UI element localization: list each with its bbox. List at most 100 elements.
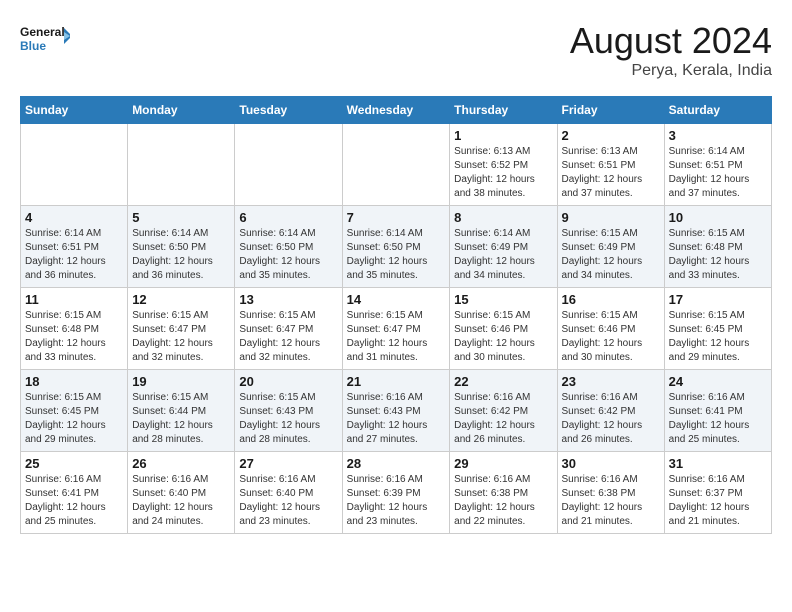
day-info: Sunrise: 6:15 AM Sunset: 6:45 PM Dayligh… (669, 309, 767, 365)
calendar-cell: 5 Sunrise: 6:14 AM Sunset: 6:50 PM Daylig… (128, 206, 235, 288)
day-number: 8 (454, 210, 552, 225)
calendar-table: SundayMondayTuesdayWednesdayThursdayFrid… (20, 96, 772, 534)
day-info: Sunrise: 6:16 AM Sunset: 6:43 PM Dayligh… (347, 391, 446, 447)
day-number: 22 (454, 374, 552, 389)
calendar-week-row: 4 Sunrise: 6:14 AM Sunset: 6:51 PM Daylig… (21, 206, 772, 288)
calendar-cell: 20 Sunrise: 6:15 AM Sunset: 6:43 PM Dayli… (235, 370, 342, 452)
day-info: Sunrise: 6:16 AM Sunset: 6:38 PM Dayligh… (562, 473, 660, 529)
calendar-cell: 30 Sunrise: 6:16 AM Sunset: 6:38 PM Dayli… (557, 452, 664, 534)
day-number: 25 (25, 456, 123, 471)
day-info: Sunrise: 6:14 AM Sunset: 6:49 PM Dayligh… (454, 227, 552, 283)
day-info: Sunrise: 6:16 AM Sunset: 6:37 PM Dayligh… (669, 473, 767, 529)
day-number: 19 (132, 374, 230, 389)
day-info: Sunrise: 6:14 AM Sunset: 6:50 PM Dayligh… (347, 227, 446, 283)
calendar-cell: 12 Sunrise: 6:15 AM Sunset: 6:47 PM Dayli… (128, 288, 235, 370)
calendar-cell (235, 124, 342, 206)
calendar-cell (21, 124, 128, 206)
day-info: Sunrise: 6:15 AM Sunset: 6:45 PM Dayligh… (25, 391, 123, 447)
day-number: 5 (132, 210, 230, 225)
day-info: Sunrise: 6:15 AM Sunset: 6:48 PM Dayligh… (669, 227, 767, 283)
calendar-cell (342, 124, 450, 206)
day-number: 17 (669, 292, 767, 307)
day-info: Sunrise: 6:15 AM Sunset: 6:46 PM Dayligh… (562, 309, 660, 365)
calendar-header-row: SundayMondayTuesdayWednesdayThursdayFrid… (21, 97, 772, 124)
calendar-week-row: 11 Sunrise: 6:15 AM Sunset: 6:48 PM Dayli… (21, 288, 772, 370)
day-info: Sunrise: 6:16 AM Sunset: 6:42 PM Dayligh… (562, 391, 660, 447)
day-number: 21 (347, 374, 446, 389)
calendar-day-header: Saturday (664, 97, 771, 124)
day-number: 28 (347, 456, 446, 471)
calendar-day-header: Monday (128, 97, 235, 124)
day-info: Sunrise: 6:16 AM Sunset: 6:38 PM Dayligh… (454, 473, 552, 529)
calendar-cell: 18Sunrise: 6:15 AM Sunset: 6:45 PM Dayli… (21, 370, 128, 452)
day-info: Sunrise: 6:13 AM Sunset: 6:51 PM Dayligh… (562, 145, 660, 201)
day-info: Sunrise: 6:15 AM Sunset: 6:46 PM Dayligh… (454, 309, 552, 365)
day-number: 12 (132, 292, 230, 307)
calendar-cell: 10 Sunrise: 6:15 AM Sunset: 6:48 PM Dayli… (664, 206, 771, 288)
day-number: 1 (454, 128, 552, 143)
calendar-day-header: Tuesday (235, 97, 342, 124)
day-number: 13 (239, 292, 337, 307)
page-header: General Blue August 2024 Perya, Kerala, … (20, 20, 772, 80)
calendar-cell: 4 Sunrise: 6:14 AM Sunset: 6:51 PM Daylig… (21, 206, 128, 288)
day-info: Sunrise: 6:16 AM Sunset: 6:39 PM Dayligh… (347, 473, 446, 529)
svg-text:General: General (20, 25, 65, 39)
day-info: Sunrise: 6:15 AM Sunset: 6:43 PM Dayligh… (239, 391, 337, 447)
day-number: 4 (25, 210, 123, 225)
day-number: 26 (132, 456, 230, 471)
day-info: Sunrise: 6:15 AM Sunset: 6:44 PM Dayligh… (132, 391, 230, 447)
day-number: 3 (669, 128, 767, 143)
day-number: 24 (669, 374, 767, 389)
day-number: 20 (239, 374, 337, 389)
day-number: 23 (562, 374, 660, 389)
day-number: 9 (562, 210, 660, 225)
day-info: Sunrise: 6:16 AM Sunset: 6:42 PM Dayligh… (454, 391, 552, 447)
day-info: Sunrise: 6:15 AM Sunset: 6:47 PM Dayligh… (132, 309, 230, 365)
calendar-cell: 22 Sunrise: 6:16 AM Sunset: 6:42 PM Dayli… (450, 370, 557, 452)
calendar-cell: 28 Sunrise: 6:16 AM Sunset: 6:39 PM Dayli… (342, 452, 450, 534)
calendar-week-row: 18Sunrise: 6:15 AM Sunset: 6:45 PM Dayli… (21, 370, 772, 452)
day-info: Sunrise: 6:16 AM Sunset: 6:41 PM Dayligh… (25, 473, 123, 529)
calendar-cell: 19 Sunrise: 6:15 AM Sunset: 6:44 PM Dayli… (128, 370, 235, 452)
calendar-cell: 8 Sunrise: 6:14 AM Sunset: 6:49 PM Daylig… (450, 206, 557, 288)
calendar-cell: 7 Sunrise: 6:14 AM Sunset: 6:50 PM Daylig… (342, 206, 450, 288)
day-number: 31 (669, 456, 767, 471)
calendar-cell: 24 Sunrise: 6:16 AM Sunset: 6:41 PM Dayli… (664, 370, 771, 452)
day-info: Sunrise: 6:14 AM Sunset: 6:51 PM Dayligh… (25, 227, 123, 283)
calendar-day-header: Friday (557, 97, 664, 124)
day-info: Sunrise: 6:16 AM Sunset: 6:40 PM Dayligh… (239, 473, 337, 529)
day-number: 30 (562, 456, 660, 471)
day-info: Sunrise: 6:15 AM Sunset: 6:49 PM Dayligh… (562, 227, 660, 283)
calendar-cell: 23 Sunrise: 6:16 AM Sunset: 6:42 PM Dayli… (557, 370, 664, 452)
calendar-cell: 1 Sunrise: 6:13 AM Sunset: 6:52 PM Daylig… (450, 124, 557, 206)
calendar-cell: 21 Sunrise: 6:16 AM Sunset: 6:43 PM Dayli… (342, 370, 450, 452)
calendar-day-header: Sunday (21, 97, 128, 124)
day-info: Sunrise: 6:14 AM Sunset: 6:51 PM Dayligh… (669, 145, 767, 201)
day-number: 7 (347, 210, 446, 225)
calendar-cell: 3 Sunrise: 6:14 AM Sunset: 6:51 PM Daylig… (664, 124, 771, 206)
calendar-cell: 25 Sunrise: 6:16 AM Sunset: 6:41 PM Dayli… (21, 452, 128, 534)
day-number: 11 (25, 292, 123, 307)
location: Perya, Kerala, India (570, 62, 772, 80)
day-info: Sunrise: 6:15 AM Sunset: 6:48 PM Dayligh… (25, 309, 123, 365)
day-number: 27 (239, 456, 337, 471)
day-info: Sunrise: 6:14 AM Sunset: 6:50 PM Dayligh… (132, 227, 230, 283)
calendar-week-row: 1 Sunrise: 6:13 AM Sunset: 6:52 PM Daylig… (21, 124, 772, 206)
logo-svg: General Blue (20, 20, 70, 65)
calendar-cell: 9 Sunrise: 6:15 AM Sunset: 6:49 PM Daylig… (557, 206, 664, 288)
day-number: 29 (454, 456, 552, 471)
day-number: 15 (454, 292, 552, 307)
day-number: 10 (669, 210, 767, 225)
calendar-cell: 16Sunrise: 6:15 AM Sunset: 6:46 PM Dayli… (557, 288, 664, 370)
day-info: Sunrise: 6:13 AM Sunset: 6:52 PM Dayligh… (454, 145, 552, 201)
calendar-cell: 17 Sunrise: 6:15 AM Sunset: 6:45 PM Dayli… (664, 288, 771, 370)
day-number: 6 (239, 210, 337, 225)
calendar-cell: 6Sunrise: 6:14 AM Sunset: 6:50 PM Daylig… (235, 206, 342, 288)
day-info: Sunrise: 6:16 AM Sunset: 6:40 PM Dayligh… (132, 473, 230, 529)
calendar-week-row: 25 Sunrise: 6:16 AM Sunset: 6:41 PM Dayli… (21, 452, 772, 534)
calendar-cell: 31 Sunrise: 6:16 AM Sunset: 6:37 PM Dayli… (664, 452, 771, 534)
title-area: August 2024 Perya, Kerala, India (570, 20, 772, 80)
calendar-cell: 26 Sunrise: 6:16 AM Sunset: 6:40 PM Dayli… (128, 452, 235, 534)
day-number: 14 (347, 292, 446, 307)
day-info: Sunrise: 6:16 AM Sunset: 6:41 PM Dayligh… (669, 391, 767, 447)
